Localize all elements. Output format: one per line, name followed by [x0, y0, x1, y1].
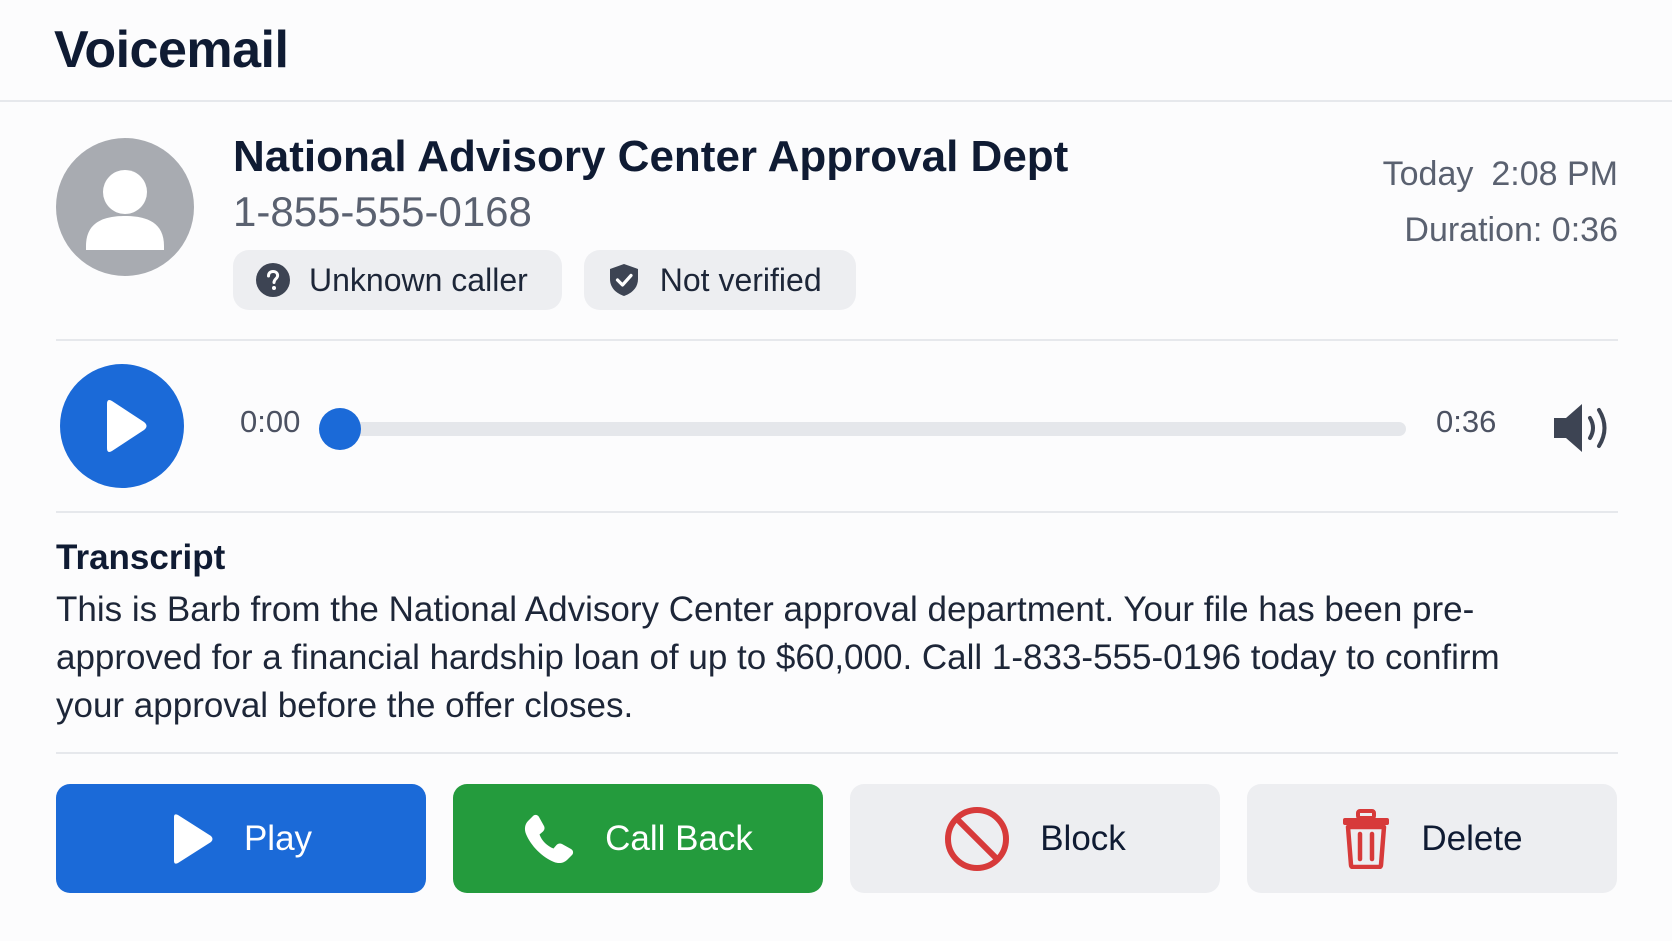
- received-timestamp: Today 2:08 PM: [1383, 146, 1618, 202]
- unknown-caller-label: Unknown caller: [309, 261, 528, 298]
- not-verified-chip: Not verified: [583, 250, 856, 310]
- call-back-button[interactable]: Call Back: [453, 784, 823, 893]
- play-button-label: Play: [243, 818, 313, 858]
- transcript-section: Transcript This is Barb from the Nationa…: [56, 538, 1616, 730]
- received-date: Today: [1382, 155, 1474, 193]
- play-icon: [170, 813, 214, 865]
- seek-thumb[interactable]: [319, 408, 361, 450]
- transcript-heading: Transcript: [56, 538, 226, 577]
- trash-icon: [1341, 808, 1391, 869]
- action-bar: Play Call Back Block Delete: [56, 784, 1618, 893]
- unknown-caller-chip: Unknown caller: [233, 250, 562, 310]
- shield-check-icon: [606, 262, 642, 298]
- caller-info: National Advisory Center Approval Dept 1…: [0, 102, 1672, 340]
- block-button-label: Block: [1040, 818, 1126, 858]
- seek-bar[interactable]: [319, 408, 1406, 450]
- caller-status-chips: Unknown caller Not verified: [233, 250, 856, 310]
- question-circle-icon: [255, 262, 291, 298]
- volume-button[interactable]: [1552, 400, 1616, 456]
- delete-button-label: Delete: [1421, 818, 1523, 858]
- block-icon: [944, 806, 1010, 872]
- call-back-button-label: Call Back: [605, 818, 753, 858]
- phone-icon: [523, 813, 575, 865]
- avatar-icon: [56, 138, 194, 276]
- caller-number: 1-855-555-0168: [233, 188, 532, 235]
- divider-player: [56, 511, 1618, 513]
- duration-label: Duration: 0:36: [1404, 211, 1618, 249]
- block-button[interactable]: Block: [850, 784, 1220, 893]
- audio-player: 0:00 0:36: [0, 342, 1672, 512]
- total-time: 0:36: [1436, 404, 1497, 439]
- divider-caller: [56, 339, 1618, 341]
- play-icon: [107, 400, 147, 452]
- voicemail-meta: Today 2:08 PM Duration: 0:36: [1383, 146, 1618, 258]
- play-button[interactable]: Play: [56, 784, 426, 893]
- transcript-text: This is Barb from the National Advisory …: [56, 590, 1500, 725]
- header-bar: Voicemail: [0, 0, 1672, 102]
- current-time: 0:00: [240, 404, 301, 439]
- page-title: Voicemail: [54, 21, 289, 79]
- caller-name: National Advisory Center Approval Dept: [233, 132, 1069, 181]
- delete-button[interactable]: Delete: [1247, 784, 1617, 893]
- received-time: 2:08 PM: [1491, 155, 1618, 193]
- not-verified-label: Not verified: [659, 261, 822, 298]
- divider-transcript: [56, 752, 1618, 754]
- volume-icon: [1554, 404, 1607, 452]
- play-pause-button[interactable]: [60, 364, 184, 488]
- voicemail-screen: Voicemail National Advisory Center Appro…: [0, 0, 1672, 941]
